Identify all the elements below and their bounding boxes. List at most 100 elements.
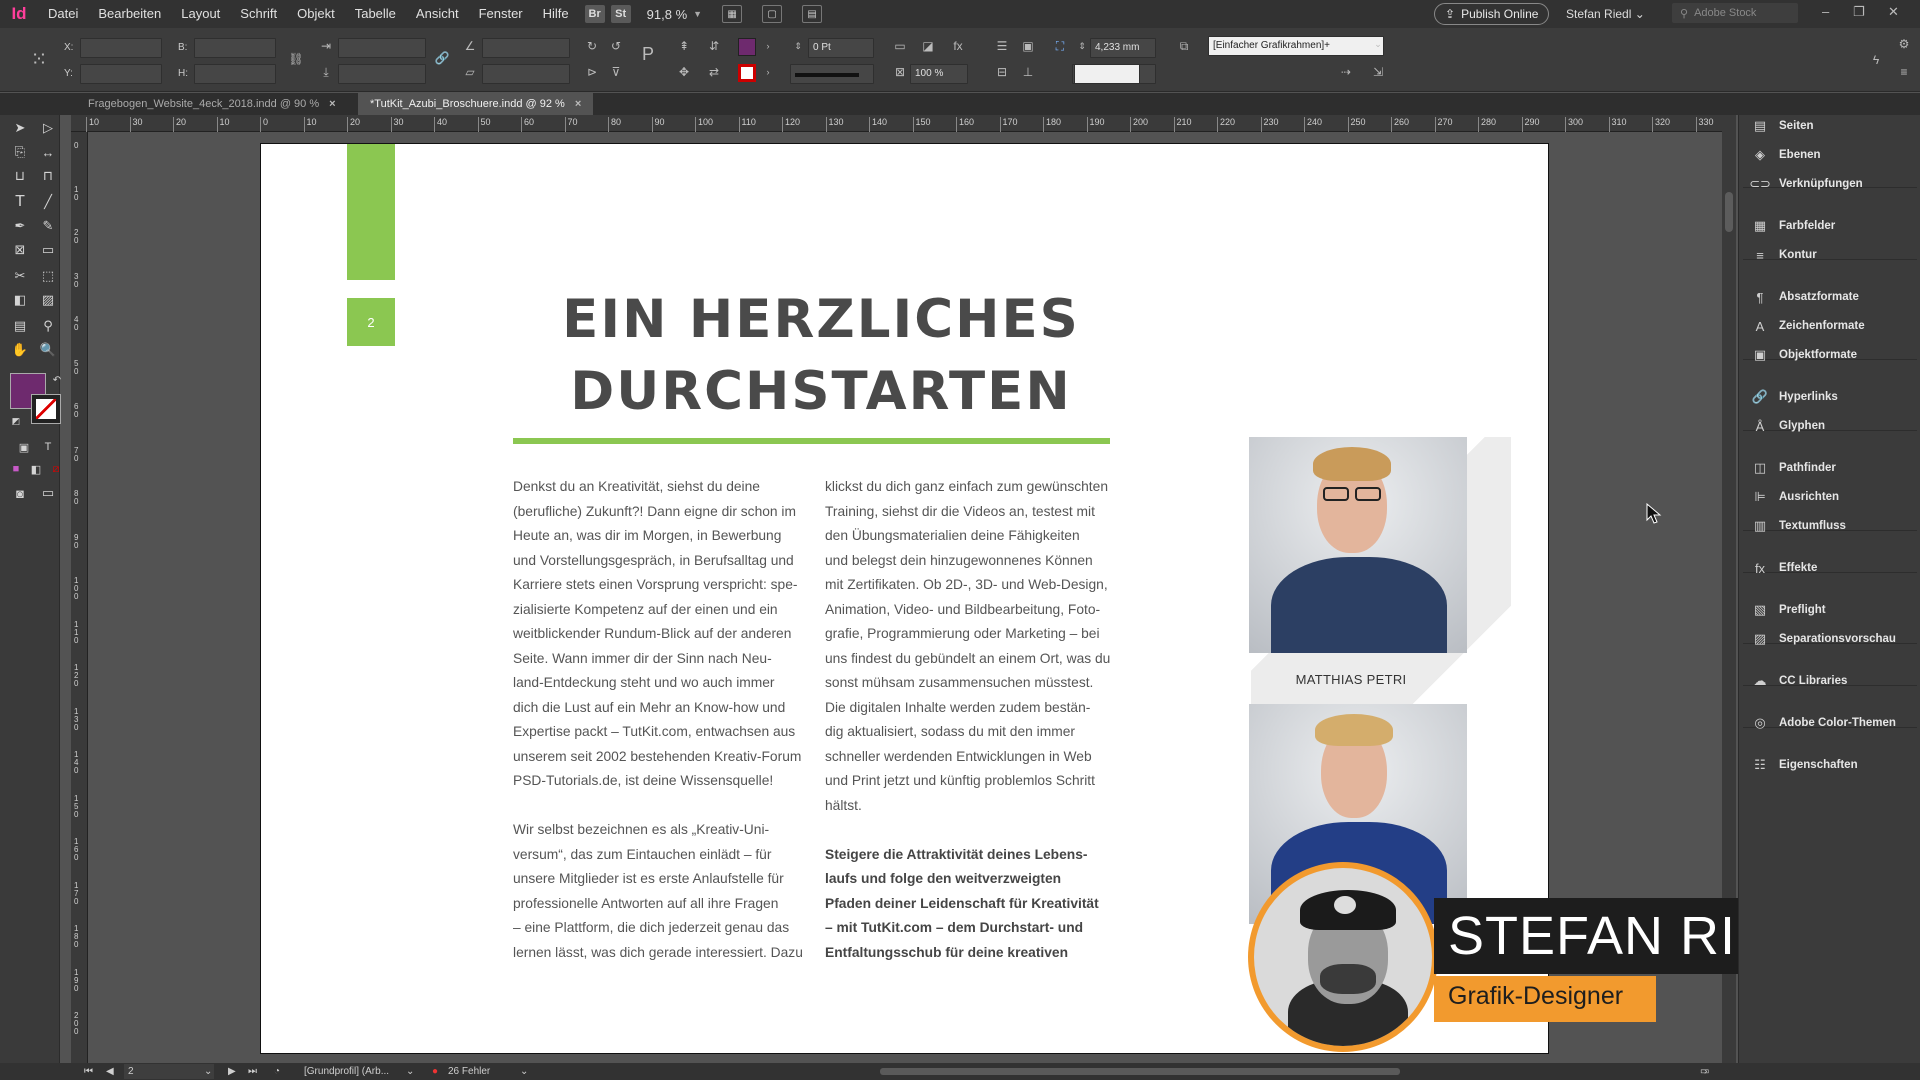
previous-page-icon[interactable]: ◀ xyxy=(106,1063,114,1080)
direct-selection-tool-icon[interactable]: ▷ xyxy=(38,118,58,138)
text-wrap-none-icon[interactable]: ☰ xyxy=(994,38,1010,54)
height-field[interactable] xyxy=(194,64,276,84)
text-wrap-bbox-icon[interactable]: ▣ xyxy=(1020,38,1036,54)
rotate-ccw-icon[interactable]: ↺ xyxy=(608,38,624,54)
minimize-icon[interactable]: – xyxy=(1822,0,1829,24)
frame-fitting-icon[interactable]: ▭ xyxy=(892,38,908,54)
panel-effects[interactable]: fx Effekte xyxy=(1751,556,1817,580)
gap-tool-icon[interactable]: ↔ xyxy=(38,142,58,162)
bridge-icon[interactable]: Br xyxy=(584,5,605,23)
corner-shape-field[interactable] xyxy=(1074,64,1140,84)
fill-dropdown-icon[interactable]: › xyxy=(760,38,776,54)
formatting-container-icon[interactable]: ▣ xyxy=(14,437,34,457)
arrange-documents-icon[interactable]: ▤ xyxy=(802,5,823,23)
tab-close-icon[interactable]: × xyxy=(329,98,335,110)
auto-fit-icon[interactable]: ⛶ xyxy=(1052,38,1068,54)
restore-icon[interactable]: ❐ xyxy=(1853,0,1865,24)
pen-tool-icon[interactable]: ✒ xyxy=(10,216,30,236)
rotate-angle-field[interactable] xyxy=(482,38,570,58)
preview-mode-icon[interactable]: ▭ xyxy=(38,483,58,503)
panel-layers[interactable]: ◈ Ebenen xyxy=(1751,143,1821,167)
panel-stroke[interactable]: ≡ Kontur xyxy=(1751,243,1816,267)
page-dropdown-icon[interactable]: ⌄ xyxy=(204,1063,212,1080)
panel-align[interactable]: ⊫ Ausrichten xyxy=(1751,485,1839,509)
panel-pathfinder[interactable]: ◫ Pathfinder xyxy=(1751,456,1836,480)
line-tool-icon[interactable]: ╱ xyxy=(38,192,58,212)
default-colors-icon[interactable]: ◩ xyxy=(6,411,26,431)
menu-hilfe[interactable]: Hilfe xyxy=(533,0,579,28)
vertical-ruler[interactable]: 0 1 0 2 0 3 0 4 0 5 0 6 0 7 0 8 0 9 0 1 0 0 1 1 0 1 … xyxy=(71,132,88,1063)
fill-color-swatch[interactable] xyxy=(738,38,756,56)
preflight-profile[interactable]: [Grundprofil] (Arb... xyxy=(304,1063,389,1080)
tab-tutkit-broschuere[interactable]: *TutKit_Azubi_Broschuere.indd @ 92 % × xyxy=(358,93,594,115)
type-tool-icon[interactable]: T xyxy=(10,192,30,212)
lightning-icon[interactable]: ϟ xyxy=(1868,52,1884,68)
effects-fx-icon[interactable]: fx xyxy=(950,38,966,54)
constrain-scale-icon[interactable]: 🔗 xyxy=(434,50,450,66)
zoom-level[interactable]: 91,8 % xyxy=(647,7,687,22)
panel-paragraph-styles[interactable]: ¶ Absatzformate xyxy=(1751,285,1859,309)
stroke-type-field[interactable] xyxy=(790,64,874,84)
select-next-icon[interactable]: ⇄ xyxy=(706,64,722,80)
align-bottom-icon[interactable]: ⊥ xyxy=(1020,64,1036,80)
constrain-proportions-icon[interactable]: ⛓ xyxy=(288,51,304,67)
menu-layout[interactable]: Layout xyxy=(171,0,230,28)
apply-gradient-icon[interactable]: ◧ xyxy=(26,459,46,479)
tab-close-icon[interactable]: × xyxy=(575,98,581,110)
panel-color-themes[interactable]: ◎ Adobe Color-Themen xyxy=(1751,711,1896,735)
stroke-color-swatch[interactable] xyxy=(738,64,756,82)
menu-datei[interactable]: Datei xyxy=(38,0,88,28)
page-number-box[interactable]: 2 xyxy=(347,298,395,346)
flip-horizontal-icon[interactable]: ⊳ xyxy=(584,64,600,80)
publish-online-button[interactable]: ⇪ Publish Online xyxy=(1434,3,1550,25)
drop-shadow-icon[interactable]: ◪ xyxy=(920,38,936,54)
preview-toggle-icon[interactable]: ▭ xyxy=(1700,1063,1709,1080)
close-icon[interactable]: ✕ xyxy=(1888,0,1899,24)
rectangle-tool-icon[interactable]: ▭ xyxy=(38,240,58,260)
panel-character-styles[interactable]: A Zeichenformate xyxy=(1751,314,1865,338)
swap-colors-icon[interactable]: ↶ xyxy=(52,370,62,390)
page-tool-icon[interactable]: ⎘ xyxy=(10,142,30,162)
y-field[interactable] xyxy=(80,64,162,84)
apply-color-icon[interactable]: ■ xyxy=(6,459,26,479)
first-page-icon[interactable]: ⏮ xyxy=(84,1063,93,1080)
panel-cc-libraries[interactable]: ☁ CC Libraries xyxy=(1751,669,1848,693)
clear-overrides-icon[interactable]: ⇢ xyxy=(1338,64,1354,80)
panel-hyperlinks[interactable]: 🔗 Hyperlinks xyxy=(1751,385,1838,409)
hand-tool-icon[interactable]: ✋ xyxy=(10,340,30,360)
menu-objekt[interactable]: Objekt xyxy=(287,0,345,28)
quick-apply-icon[interactable]: ⇲ xyxy=(1370,64,1386,80)
panel-separations[interactable]: ▨ Separationsvorschau xyxy=(1751,627,1896,651)
user-menu[interactable]: Stefan Riedl ⌄ xyxy=(1566,0,1645,28)
reference-point-icon[interactable]: ⁙ xyxy=(26,46,52,72)
opacity-field[interactable]: 100 % xyxy=(910,64,968,84)
pencil-tool-icon[interactable]: ✎ xyxy=(38,216,58,236)
shear-angle-field[interactable] xyxy=(482,64,570,84)
last-page-icon[interactable]: ⏭ xyxy=(248,1063,257,1080)
gap-stepper-icon[interactable]: ⇕ xyxy=(1074,38,1090,54)
note-tool-icon[interactable]: ▤ xyxy=(10,316,30,336)
profile-dropdown-icon[interactable]: ⌄ xyxy=(406,1063,414,1080)
content-collector-icon[interactable]: ⊔ xyxy=(10,166,30,186)
selection-tool-icon[interactable]: ➤ xyxy=(10,118,30,138)
frame-tool-icon[interactable]: ⊠ xyxy=(10,240,30,260)
normal-view-icon[interactable]: ◙ xyxy=(10,483,30,503)
errors-dropdown-icon[interactable]: ⌄ xyxy=(520,1063,528,1080)
eyedropper-tool-icon[interactable]: ⚲ xyxy=(38,316,58,336)
flip-vertical-icon[interactable]: ⊽ xyxy=(608,64,624,80)
adobe-stock-search[interactable]: ⚲ Adobe Stock xyxy=(1672,3,1798,23)
menu-ansicht[interactable]: Ansicht xyxy=(406,0,469,28)
content-placer-icon[interactable]: ⊓ xyxy=(38,166,58,186)
gradient-feather-tool-icon[interactable]: ▨ xyxy=(38,290,58,310)
screen-mode-icon[interactable]: ▢ xyxy=(762,5,783,23)
select-container-icon[interactable]: ⇞ xyxy=(676,38,692,54)
panel-pages[interactable]: ▤ Seiten xyxy=(1751,114,1814,138)
stroke-dropdown-icon[interactable]: › xyxy=(760,64,776,80)
horizontal-scrollbar-thumb[interactable] xyxy=(880,1068,1400,1075)
stroke-swatch[interactable] xyxy=(31,394,61,424)
menu-schrift[interactable]: Schrift xyxy=(230,0,287,28)
object-style-dropdown-icon[interactable]: ⌄ xyxy=(1370,36,1386,52)
scale-y-field[interactable] xyxy=(338,64,426,84)
panel-menu-icon[interactable]: ≡ xyxy=(1896,64,1912,80)
object-style-select[interactable]: [Einfacher Grafikrahmen]+ xyxy=(1208,36,1384,56)
